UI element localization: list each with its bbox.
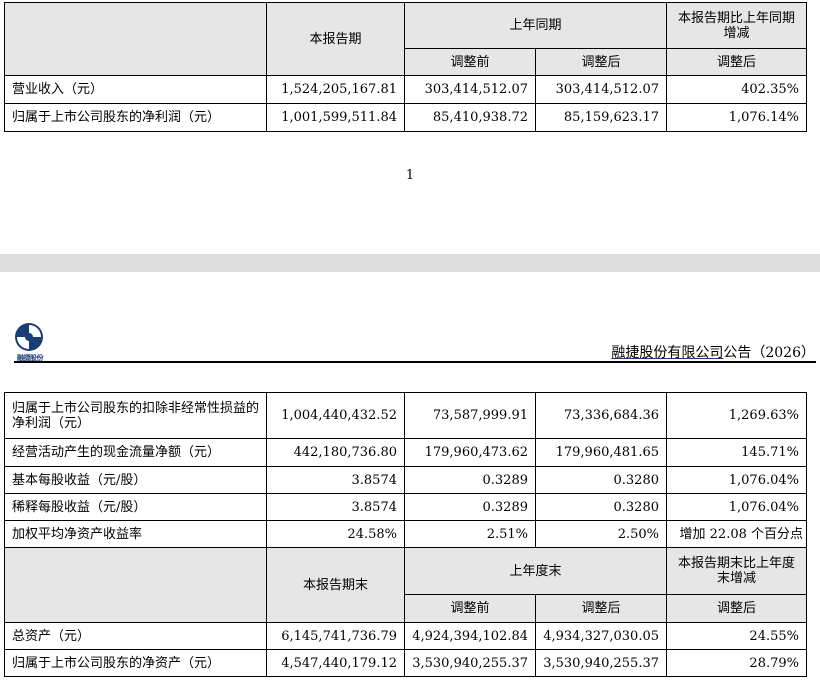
cell-after: 85,159,623.17 [535,103,667,132]
cell-change: 1,269.63% [666,392,807,439]
cell-current: 1,004,440,432.52 [266,392,405,439]
cell-after: 2.50% [535,520,667,548]
table-row: 稀释每股收益（元/股） 3.8574 0.3289 0.3280 1,076.0… [4,493,807,521]
cell-current: 1,524,205,167.81 [266,75,405,104]
cell-change: 28.79% [666,649,807,677]
cell-change: 1,076.04% [666,493,807,521]
swirl-logo-icon [15,323,43,351]
cell-after: 0.3280 [535,493,667,521]
corner-cell [4,547,267,623]
cell-before: 73,587,999.91 [404,392,536,439]
row-label: 归属于上市公司股东的扣除非经常性损益的净利润（元） [4,392,267,439]
row-label: 归属于上市公司股东的净利润（元） [4,103,267,132]
row-label: 归属于上市公司股东的净资产（元） [4,649,267,677]
cell-change: 1,076.14% [666,103,807,132]
table-row: 加权平均净资产收益率 24.58% 2.51% 2.50% 增加 22.08 个… [4,520,807,548]
cell-current: 3.8574 [266,466,405,494]
table-row: 基本每股收益（元/股） 3.8574 0.3289 0.3280 1,076.0… [4,466,807,494]
cell-after: 0.3280 [535,466,667,494]
company-name: 融捷股份有限公司 [611,345,724,361]
cell-change: 24.55% [666,622,807,650]
financial-table-2: 归属于上市公司股东的扣除非经常性损益的净利润（元） 1,004,440,432.… [4,392,807,677]
financial-table-1: 本报告期 上年同期 本报告期比上年同期增减 调整前 调整后 调整后 营业收入（元… [4,2,807,132]
cell-current: 24.58% [266,520,405,548]
cell-after: 4,934,327,030.05 [535,622,667,650]
cell-before: 4,924,394,102.84 [404,622,536,650]
subheader-change-after-adjust: 调整后 [666,594,807,623]
company-logo: 融捷股份 [14,322,44,362]
cell-after: 303,414,512.07 [535,75,667,104]
header-change-year-end: 本报告期末比上年度末增减 [666,547,807,595]
row-label: 加权平均净资产收益率 [4,520,267,548]
cell-current: 3.8574 [266,493,405,521]
table-row: 总资产（元） 6,145,741,736.79 4,924,394,102.84… [4,622,807,650]
cell-before: 0.3289 [404,493,536,521]
header-change: 本报告期比上年同期增减 [666,2,807,49]
row-label: 稀释每股收益（元/股） [4,493,267,521]
table-row: 归属于上市公司股东的扣除非经常性损益的净利润（元） 1,004,440,432.… [4,392,807,439]
subheader-before-adjust: 调整前 [404,594,536,623]
page-separator [0,254,820,272]
cell-current: 1,001,599,511.84 [266,103,405,132]
table-row: 归属于上市公司股东的净资产（元） 4,547,440,179.12 3,530,… [4,649,807,677]
document-page-2: 融捷股份 融捷股份有限公司公告（2026） 归属于上市公司股东的扣除非经常性损益… [0,272,820,686]
row-label: 经营活动产生的现金流量净额（元） [4,438,267,467]
header-current-period: 本报告期 [266,2,405,76]
cell-change: 145.71% [666,438,807,467]
cell-before: 2.51% [404,520,536,548]
subheader-after-adjust: 调整后 [535,594,667,623]
cell-before: 303,414,512.07 [404,75,536,104]
cell-before: 0.3289 [404,466,536,494]
header-prior-year-end: 上年度末 [404,547,667,595]
cell-before: 179,960,473.62 [404,438,536,467]
cell-current: 4,547,440,179.12 [266,649,405,677]
table-row: 营业收入（元） 1,524,205,167.81 303,414,512.07 … [4,75,807,104]
corner-cell [4,2,267,76]
subheader-change-after-adjust: 调整后 [666,48,807,76]
cell-after: 3,530,940,255.37 [535,649,667,677]
row-label: 总资产（元） [4,622,267,650]
cell-change: 402.35% [666,75,807,104]
cell-current: 6,145,741,736.79 [266,622,405,650]
table-row: 经营活动产生的现金流量净额（元） 442,180,736.80 179,960,… [4,438,807,467]
row-label: 营业收入（元） [4,75,267,104]
cell-change: 1,076.04% [666,466,807,494]
cell-before: 85,410,938.72 [404,103,536,132]
cell-current: 442,180,736.80 [266,438,405,467]
header-prior-period: 上年同期 [404,2,667,49]
cell-after: 179,960,481.65 [535,438,667,467]
subheader-after-adjust: 调整后 [535,48,667,76]
cell-after: 73,336,684.36 [535,392,667,439]
notice-label: 公告（2026） [723,345,815,361]
page-number: 1 [405,168,415,183]
table-row: 归属于上市公司股东的净利润（元） 1,001,599,511.84 85,410… [4,103,807,132]
cell-before: 3,530,940,255.37 [404,649,536,677]
header-current-period-end: 本报告期末 [266,547,405,623]
cell-change: 增加 22.08 个百分点 [666,520,807,548]
subheader-before-adjust: 调整前 [404,48,536,76]
row-label: 基本每股收益（元/股） [4,466,267,494]
document-page-1: 本报告期 上年同期 本报告期比上年同期增减 调整前 调整后 调整后 营业收入（元… [0,0,820,254]
document-header: 融捷股份有限公司公告（2026） [611,342,815,362]
header-rule [14,361,816,363]
